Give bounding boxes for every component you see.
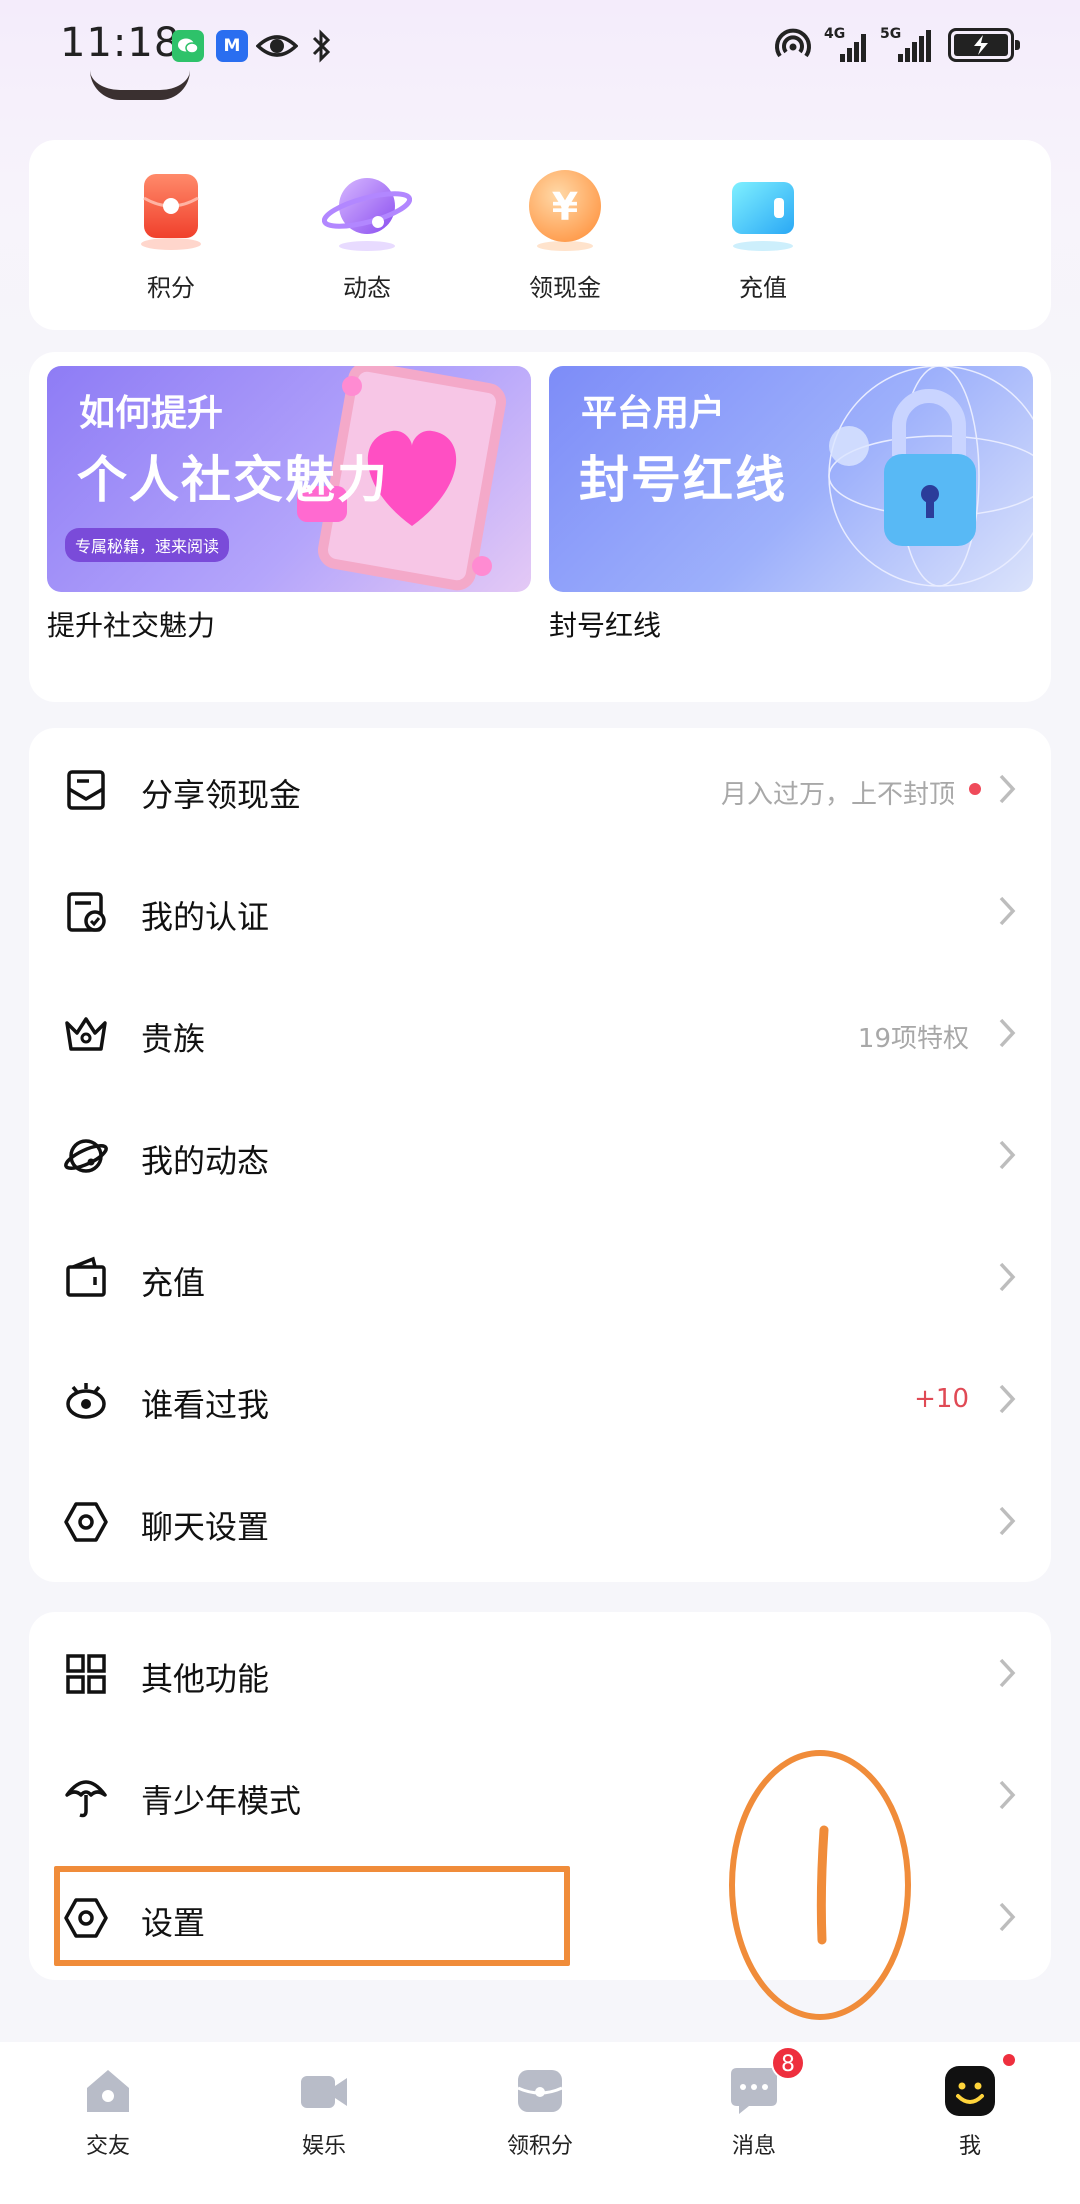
app-notification-icon: M [216, 30, 248, 62]
bluetooth-icon [312, 29, 331, 63]
hexagon-settings-icon [64, 1502, 108, 1542]
banner-social-charm[interactable]: 如何提升 个人社交魅力 专属秘籍，速来阅读 [47, 366, 531, 592]
menu-item-recharge[interactable]: 充值 [29, 1216, 1051, 1338]
quick-action-recharge[interactable]: 充值 [693, 164, 833, 303]
annotation-step-circle [729, 1750, 911, 2020]
chevron-right-icon [999, 1018, 1016, 1048]
menu-item-label: 我的认证 [141, 898, 270, 936]
banner-card: 如何提升 个人社交魅力 专属秘籍，速来阅读 平台用户 封号红线 提升社交魅力 封… [29, 352, 1051, 702]
nav-tab-earn-points[interactable]: 领积分 [470, 2064, 610, 2160]
menu-item-value: 19项特权 [857, 1024, 969, 1054]
menu-item-label: 贵族 [141, 1020, 206, 1058]
certificate-icon [67, 892, 106, 932]
bottom-navigation: 交友 娱乐 领积分 8 消息 我 [0, 2042, 1080, 2204]
wallet-icon [718, 164, 808, 254]
battery-icon [948, 28, 1020, 62]
menu-item-my-moments[interactable]: 我的动态 [29, 1094, 1051, 1216]
menu-card: 分享领现金 月入过万，上不封顶 我的认证 贵族 19项特权 我的动态 充值 谁看… [29, 728, 1051, 1582]
banner-caption[interactable]: 封号红线 [549, 604, 661, 644]
menu-item-label: 分享领现金 [141, 776, 302, 814]
menu-item-chat-settings[interactable]: 聊天设置 [29, 1460, 1051, 1582]
chevron-right-icon [999, 1658, 1016, 1688]
banner-ban-redline[interactable]: 平台用户 封号红线 [549, 366, 1033, 592]
notification-dot [1003, 2054, 1015, 2066]
status-time: 11:18 [60, 20, 181, 66]
chevron-right-icon [999, 1384, 1016, 1414]
banner-tag: 专属秘籍，速来阅读 [65, 528, 230, 562]
chevron-right-icon [999, 1902, 1016, 1932]
chevron-right-icon [999, 1140, 1016, 1170]
umbrella-icon [65, 1780, 107, 1818]
nav-tab-friends[interactable]: 交友 [38, 2064, 178, 2160]
menu-item-label: 青少年模式 [141, 1782, 302, 1820]
menu-item-label: 充值 [141, 1264, 206, 1302]
quick-action-label: 领现金 [529, 274, 601, 302]
signal-icon-2 [898, 30, 931, 62]
crown-icon [65, 1017, 107, 1051]
annotation-highlight-box [54, 1866, 570, 1966]
menu-item-label: 谁看过我 [141, 1386, 270, 1424]
grid-icon [66, 1654, 106, 1694]
banner-headline: 封号红线 [579, 451, 787, 509]
nav-tab-messages[interactable]: 8 消息 [684, 2046, 824, 2160]
quick-action-points[interactable]: 积分 [101, 164, 241, 303]
menu-item-certification[interactable]: 我的认证 [29, 850, 1051, 972]
quick-action-moments[interactable]: 动态 [297, 164, 437, 303]
quick-action-label: 动态 [343, 274, 391, 302]
menu-item-nobility[interactable]: 贵族 19项特权 [29, 972, 1051, 1094]
avatar[interactable] [90, 70, 190, 100]
smile-face-icon [943, 2054, 1015, 2118]
menu-item-other-features[interactable]: 其他功能 [29, 1612, 1051, 1734]
menu-item-label: 其他功能 [141, 1660, 270, 1698]
lock-illustration [828, 366, 1033, 587]
hotspot-icon [775, 28, 811, 58]
menu-item-value: 月入过万，上不封顶 [720, 780, 955, 810]
video-camera-icon [297, 2064, 351, 2118]
nav-tab-entertainment[interactable]: 娱乐 [254, 2064, 394, 2160]
menu-item-who-viewed-me[interactable]: 谁看过我 +10 [29, 1338, 1051, 1460]
wallet-outline-icon [66, 1256, 106, 1297]
eye-icon [66, 1383, 106, 1419]
nav-label: 娱乐 [301, 2134, 346, 2159]
chevron-right-icon [999, 1506, 1016, 1536]
signal-icon [840, 34, 866, 62]
banner-title: 如何提升 [79, 393, 224, 434]
nav-label: 我 [958, 2134, 981, 2159]
menu-item-share-cash[interactable]: 分享领现金 月入过万，上不封顶 [29, 728, 1051, 850]
nav-label: 交友 [85, 2134, 130, 2159]
house-icon [81, 2064, 135, 2118]
notification-dot [969, 783, 981, 795]
quick-action-cash[interactable]: ¥ 领现金 [495, 164, 635, 303]
quick-action-label: 积分 [147, 274, 195, 302]
yuan-coin-icon: ¥ [520, 164, 610, 254]
chevron-right-icon [999, 896, 1016, 926]
quick-actions-card: 积分 动态 ¥ 领现金 充值 [29, 140, 1051, 330]
nav-label: 消息 [731, 2134, 776, 2159]
banner-caption[interactable]: 提升社交魅力 [47, 604, 215, 644]
menu-item-label: 聊天设置 [141, 1508, 270, 1546]
chevron-right-icon [999, 1780, 1016, 1810]
share-envelope-icon [67, 770, 105, 810]
nav-tab-me[interactable]: 我 [900, 2054, 1040, 2160]
nav-label: 领积分 [506, 2134, 573, 2159]
red-envelope-icon [126, 164, 216, 254]
planet-outline-icon [64, 1139, 108, 1173]
chat-bubble-icon: 8 [727, 2046, 805, 2118]
gift-box-icon [513, 2064, 567, 2118]
menu-item-label: 我的动态 [141, 1142, 270, 1180]
planet-icon [321, 164, 413, 254]
menu-item-value: +10 [914, 1384, 969, 1414]
banner-title: 平台用户 [581, 393, 726, 434]
wechat-icon [172, 30, 204, 62]
eye-comfort-icon [256, 35, 298, 57]
chevron-right-icon [999, 1262, 1016, 1292]
unread-badge: 8 [771, 2046, 805, 2080]
chevron-right-icon [999, 774, 1016, 804]
banner-headline: 个人社交魅力 [77, 451, 389, 509]
quick-action-label: 充值 [739, 274, 787, 302]
svg-text:¥: ¥ [552, 185, 578, 229]
